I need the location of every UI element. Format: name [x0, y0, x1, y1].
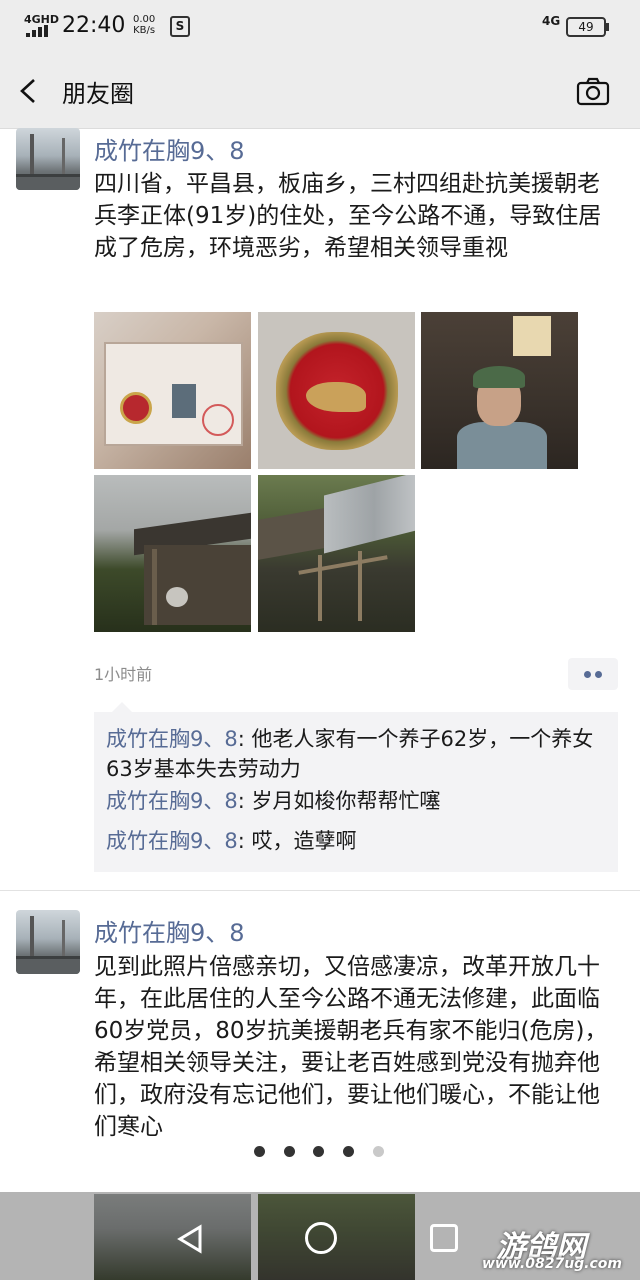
post-time: 1小时前 [94, 665, 153, 684]
comment-item[interactable]: 成竹在胸9、8: 他老人家有一个养子62岁，一个养女63岁基本失去劳动力 [106, 724, 602, 784]
post-photo-shed[interactable] [258, 475, 415, 632]
nav-bar: 朋友圈 [0, 54, 640, 129]
recent-apps-icon[interactable] [430, 1224, 458, 1252]
network-type: 4GHD [24, 13, 60, 26]
post-photo-medal[interactable] [258, 312, 415, 469]
post-username[interactable]: 成竹在胸9、8 [94, 913, 245, 948]
post-text: 见到此照片倍感亲切，又倍感凄凉，改革开放几十年，在此居住的人至今公路不通无法修建… [94, 954, 608, 1140]
post-divider [0, 890, 640, 891]
speed-value: 0.00 [133, 14, 156, 25]
watermark-url: www.0827ug.com [482, 1256, 622, 1272]
post-text: 四川省，平昌县，板庙乡，三村四组赴抗美援朝老兵李正体(91岁)的住处，至今公路不… [94, 171, 602, 261]
speed-unit: KB/s [133, 25, 156, 36]
post-photo-house[interactable] [94, 475, 251, 632]
network-speed: 0.00 KB/s [133, 14, 155, 36]
comments-section: 成竹在胸9、8: 他老人家有一个养子62岁，一个养女63岁基本失去劳动力 成竹在… [94, 702, 618, 872]
camera-icon[interactable] [576, 76, 610, 106]
status-bar: 4GHD 22:40 0.00 KB/s S 4G 49 [0, 0, 640, 54]
avatar[interactable] [16, 910, 80, 974]
avatar[interactable] [16, 128, 80, 190]
comment-item[interactable]: 成竹在胸9、8: 哎，造孽啊 [106, 826, 602, 856]
comment-author[interactable]: 成竹在胸9、8 [106, 829, 238, 853]
post-photo-certificate[interactable] [94, 312, 251, 469]
page-indicator [254, 1146, 394, 1160]
s-app-icon: S [170, 16, 190, 37]
back-triangle-icon[interactable] [176, 1224, 206, 1254]
comment-text: : 岁月如梭你帮帮忙噻 [237, 789, 441, 813]
page-title: 朋友圈 [62, 80, 134, 108]
network-type-right: 4G [542, 14, 561, 28]
post-username[interactable]: 成竹在胸9、8 [94, 131, 245, 166]
comment-item[interactable]: 成竹在胸9、8: 岁月如梭你帮帮忙噻 [106, 786, 602, 816]
comment-author[interactable]: 成竹在胸9、8 [106, 789, 238, 813]
clock: 22:40 [62, 13, 126, 38]
home-circle-icon[interactable] [305, 1222, 337, 1254]
comment-author[interactable]: 成竹在胸9、8 [106, 727, 238, 751]
more-actions-button[interactable] [568, 658, 618, 690]
chevron-left-icon[interactable] [18, 78, 40, 104]
battery-icon: 49 [566, 17, 609, 37]
comment-text: : 哎，造孽啊 [237, 829, 357, 853]
post-photo-veteran[interactable] [421, 312, 578, 469]
signal-icon [26, 25, 54, 37]
